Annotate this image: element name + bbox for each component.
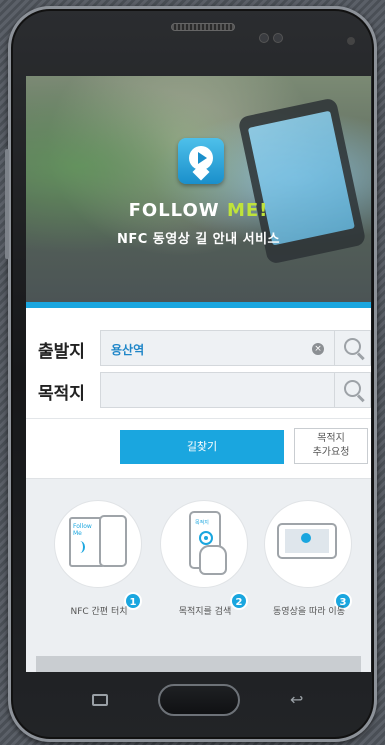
earpiece-speaker xyxy=(171,23,235,31)
front-camera xyxy=(347,37,355,45)
departure-search-button[interactable] xyxy=(334,330,371,366)
divider xyxy=(26,418,371,419)
step-label: 목적지를 검색 xyxy=(178,607,232,617)
home-button[interactable] xyxy=(158,684,240,716)
brand-follow: FOLLOW xyxy=(128,200,220,221)
destination-label: 목적지 xyxy=(38,384,85,404)
step-nfc-touch: Follow Me 1 NFC 간편 터치 xyxy=(54,500,144,617)
hero-banner: FOLLOW ME! NFC 동영상 길 안내 서비스 xyxy=(26,76,371,302)
brand-me: ME! xyxy=(226,200,269,221)
sensor-dot xyxy=(273,33,283,43)
destination-input[interactable] xyxy=(100,372,334,408)
add-destination-request-button[interactable]: 목적지 추가요청 xyxy=(294,428,368,464)
tagline: NFC 동영상 길 안내 서비스 xyxy=(116,232,281,247)
video-pin-icon xyxy=(178,138,224,184)
divider xyxy=(26,478,371,479)
volume-button[interactable] xyxy=(5,149,9,259)
hand-icon xyxy=(199,545,227,575)
departure-row: 출발지 용산역 × xyxy=(38,330,371,368)
step-illustration: Follow Me xyxy=(54,500,142,588)
add-destination-line1: 목적지 xyxy=(317,433,345,444)
phone-icon xyxy=(99,515,127,567)
landscape-phone-icon xyxy=(277,523,337,559)
app-screen: FOLLOW ME! NFC 동영상 길 안내 서비스 출발지 용산역 × 목적… xyxy=(26,76,371,672)
target-icon xyxy=(199,531,213,545)
accent-bar xyxy=(26,302,371,308)
content-preview-strip xyxy=(36,656,361,672)
step-illustration: 목적지 xyxy=(160,500,248,588)
brand-logo: FOLLOW ME! xyxy=(26,200,371,221)
recent-apps-icon[interactable] xyxy=(92,694,108,706)
departure-label: 출발지 xyxy=(38,342,85,362)
destination-search-button[interactable] xyxy=(334,372,371,408)
pin-icon xyxy=(301,533,311,543)
step-search-destination: 목적지 2 목적지를 검색 xyxy=(160,500,250,617)
nfc-wave-icon xyxy=(75,541,85,553)
back-icon[interactable]: ↩ xyxy=(290,692,308,708)
destination-row: 목적지 xyxy=(38,372,371,410)
departure-value: 용산역 xyxy=(111,343,145,357)
add-destination-line2: 추가요청 xyxy=(312,447,350,458)
step-label: NFC 간편 터치 xyxy=(70,607,128,617)
step-illustration xyxy=(264,500,352,588)
step-label: 동영상을 따라 이동 xyxy=(273,607,345,617)
find-route-button[interactable]: 길찾기 xyxy=(120,430,284,464)
clear-icon[interactable]: × xyxy=(312,343,324,355)
sensor-dot xyxy=(259,33,269,43)
departure-input[interactable]: 용산역 × xyxy=(100,330,334,366)
step-follow-video: 3 동영상을 따라 이동 xyxy=(264,500,354,617)
